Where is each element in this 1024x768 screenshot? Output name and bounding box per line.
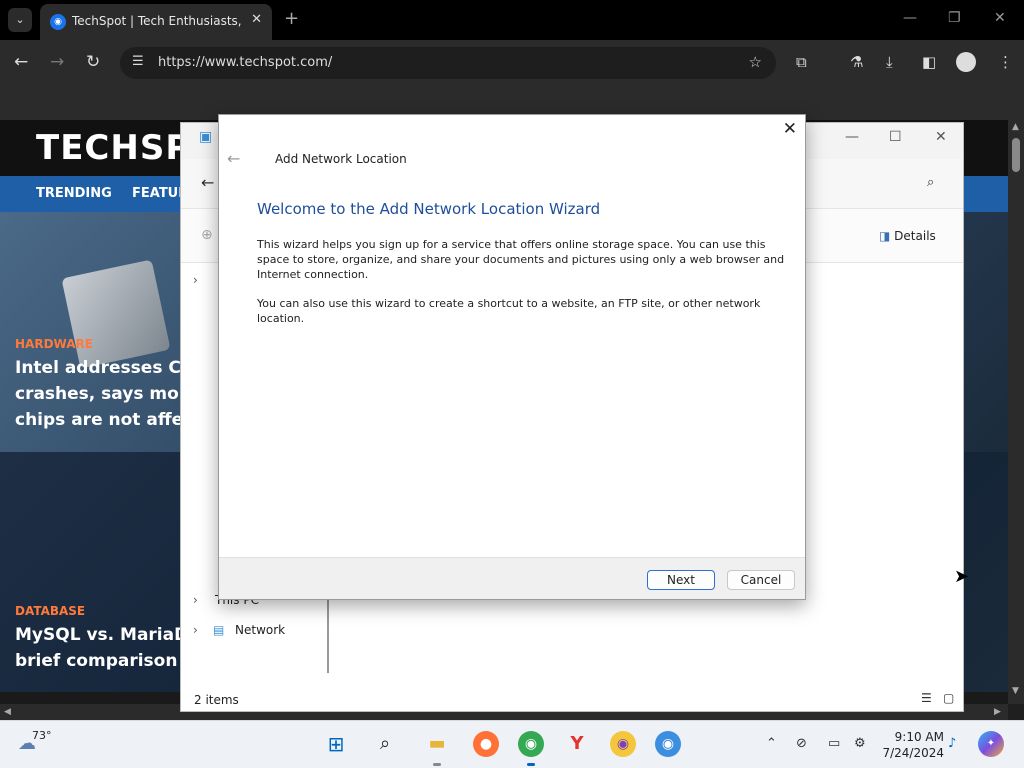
wizard-description: This wizard helps you sign up for a serv…	[257, 238, 785, 281]
downloads-icon[interactable]: ⤓	[886, 53, 893, 71]
chrome-icon[interactable]: ◉	[518, 731, 544, 757]
taskbar-search-icon[interactable]: ⌕	[372, 731, 398, 757]
site-settings-icon[interactable]: ☰	[132, 54, 144, 69]
nav-item-network[interactable]: Network	[235, 623, 285, 637]
dialog-back-arrow-icon[interactable]: ←	[227, 149, 240, 168]
wizard-heading: Welcome to the Add Network Location Wiza…	[257, 200, 601, 218]
bookmark-star-icon[interactable]: ☆	[749, 53, 762, 71]
new-tab-plus-icon[interactable]: +	[284, 8, 299, 29]
reload-icon[interactable]: ↻	[86, 52, 100, 72]
article-category[interactable]: HARDWARE	[15, 337, 93, 351]
explorer-app-icon: ▣	[199, 129, 213, 145]
article-category[interactable]: DATABASE	[15, 604, 85, 618]
details-pane-icon: ◨	[879, 229, 891, 243]
display-icon[interactable]: ▭	[828, 736, 840, 751]
explorer-minimize-icon[interactable]: —	[845, 129, 859, 145]
file-explorer-folder-icon[interactable]: ▬	[424, 731, 450, 757]
browser-tab-strip: ⌄ ◉ TechSpot | Tech Enthusiasts, Power U…	[0, 0, 1024, 40]
tab-search-chevron-icon[interactable]: ⌄	[8, 8, 32, 32]
article-headline-line[interactable]: crashes, says mobile	[15, 381, 214, 407]
yandex-browser-icon[interactable]: Y	[564, 731, 590, 757]
wizard-description-shortcut: You can also use this wizard to create a…	[257, 297, 761, 325]
copilot-icon[interactable]: ✦	[978, 731, 1004, 757]
side-panel-icon[interactable]: ◧	[922, 53, 936, 71]
article-headline-line[interactable]: brief comparison guide	[15, 648, 237, 674]
nav-expand-chevron-icon[interactable]: ›	[193, 623, 198, 637]
clock-time[interactable]: 9:10 AM	[886, 730, 944, 744]
browser-toolbar: ← → ↻ ☰ https://www.techspot.com/ ☆ ⧉ ⚗ …	[0, 40, 1024, 86]
list-view-icon[interactable]: ☰	[921, 691, 932, 705]
explorer-search-icon[interactable]: ⌕	[927, 175, 934, 190]
cancel-button[interactable]: Cancel	[727, 570, 795, 590]
dialog-title: Add Network Location	[275, 152, 407, 166]
explorer-back-arrow-icon[interactable]: ←	[201, 173, 214, 192]
clock-date[interactable]: 7/24/2024	[876, 746, 944, 760]
windows-taskbar: ☁ 73° ⊞ ⌕ ▬ ● ◉ Y ◉ ◉ ⌃ ⊘ ▭ ⚙ 9:10 AM 7/…	[0, 720, 1024, 768]
accessibility-icon[interactable]: ⚙	[854, 736, 866, 751]
tab-title: TechSpot | Tech Enthusiasts, Power Users…	[72, 14, 242, 28]
chrome-canary-icon[interactable]: ◉	[610, 731, 636, 757]
explorer-maximize-icon[interactable]: ☐	[889, 129, 902, 145]
browser-minimize-icon[interactable]: —	[903, 10, 917, 26]
tray-overflow-chevron-icon[interactable]: ⌃	[766, 736, 777, 751]
scrollbar-thumb[interactable]	[1012, 138, 1020, 172]
tab-close-icon[interactable]: ✕	[251, 12, 262, 27]
add-network-location-dialog: ✕ ← Add Network Location Welcome to the …	[218, 114, 806, 600]
next-button[interactable]: Next	[647, 570, 715, 590]
scroll-up-arrow-icon[interactable]: ▲	[1012, 122, 1019, 132]
scroll-down-arrow-icon[interactable]: ▼	[1012, 686, 1019, 696]
running-indicator	[527, 763, 535, 766]
tiles-view-icon[interactable]: ▢	[943, 691, 954, 705]
dialog-close-icon[interactable]: ✕	[783, 119, 797, 139]
explorer-close-icon[interactable]: ✕	[935, 129, 947, 145]
profile-avatar-icon[interactable]	[956, 52, 976, 72]
article-headline-line[interactable]: chips are not affected	[15, 407, 225, 433]
forward-arrow-icon[interactable]: →	[50, 52, 64, 72]
nav-expand-chevron-icon[interactable]: ›	[193, 593, 198, 607]
mouse-cursor-icon: ➤	[954, 566, 970, 587]
notification-bell-icon[interactable]: ♪	[948, 736, 956, 751]
techspot-favicon-icon: ◉	[50, 14, 66, 30]
nav-expand-chevron-icon[interactable]: ›	[193, 273, 198, 287]
back-arrow-icon[interactable]: ←	[14, 52, 28, 72]
network-disconnected-icon[interactable]: ⊘	[796, 736, 807, 751]
nav-trending[interactable]: TRENDING	[36, 186, 112, 201]
running-indicator	[433, 763, 441, 766]
dialog-footer: Next Cancel	[219, 557, 805, 599]
page-vertical-scrollbar[interactable]: ▲ ▼	[1008, 120, 1024, 704]
explorer-new-icon[interactable]: ⊕	[201, 227, 213, 243]
scroll-left-arrow-icon[interactable]: ◀	[4, 707, 11, 717]
cpu-chip-image	[61, 259, 171, 369]
weather-temperature[interactable]: 73°	[32, 729, 52, 742]
details-label: Details	[894, 229, 936, 243]
details-button[interactable]: ◨ Details	[879, 229, 936, 243]
labs-flask-icon[interactable]: ⚗	[850, 53, 863, 71]
browser-restore-icon[interactable]: ❐	[948, 10, 961, 26]
browser-close-icon[interactable]: ✕	[994, 10, 1006, 26]
address-bar[interactable]: ☰ https://www.techspot.com/ ☆	[120, 47, 776, 79]
url-text[interactable]: https://www.techspot.com/	[158, 55, 332, 70]
start-windows-icon[interactable]: ⊞	[323, 731, 349, 757]
extensions-puzzle-icon[interactable]: ⧉	[796, 53, 807, 71]
scroll-right-arrow-icon[interactable]: ▶	[994, 707, 1001, 717]
article-headline-line[interactable]: MySQL vs. MariaDB: A	[15, 622, 227, 648]
nav-pane-scrollbar[interactable]	[327, 593, 329, 673]
article-headline-line[interactable]: Intel addresses CPU	[15, 355, 207, 381]
browser-menu-icon[interactable]: ⋮	[998, 53, 1013, 71]
firefox-icon[interactable]: ●	[473, 731, 499, 757]
status-item-count: 2 items	[194, 693, 239, 707]
chromium-icon[interactable]: ◉	[655, 731, 681, 757]
browser-tab[interactable]: ◉ TechSpot | Tech Enthusiasts, Power Use…	[40, 4, 272, 40]
network-icon: ▤	[213, 623, 225, 637]
